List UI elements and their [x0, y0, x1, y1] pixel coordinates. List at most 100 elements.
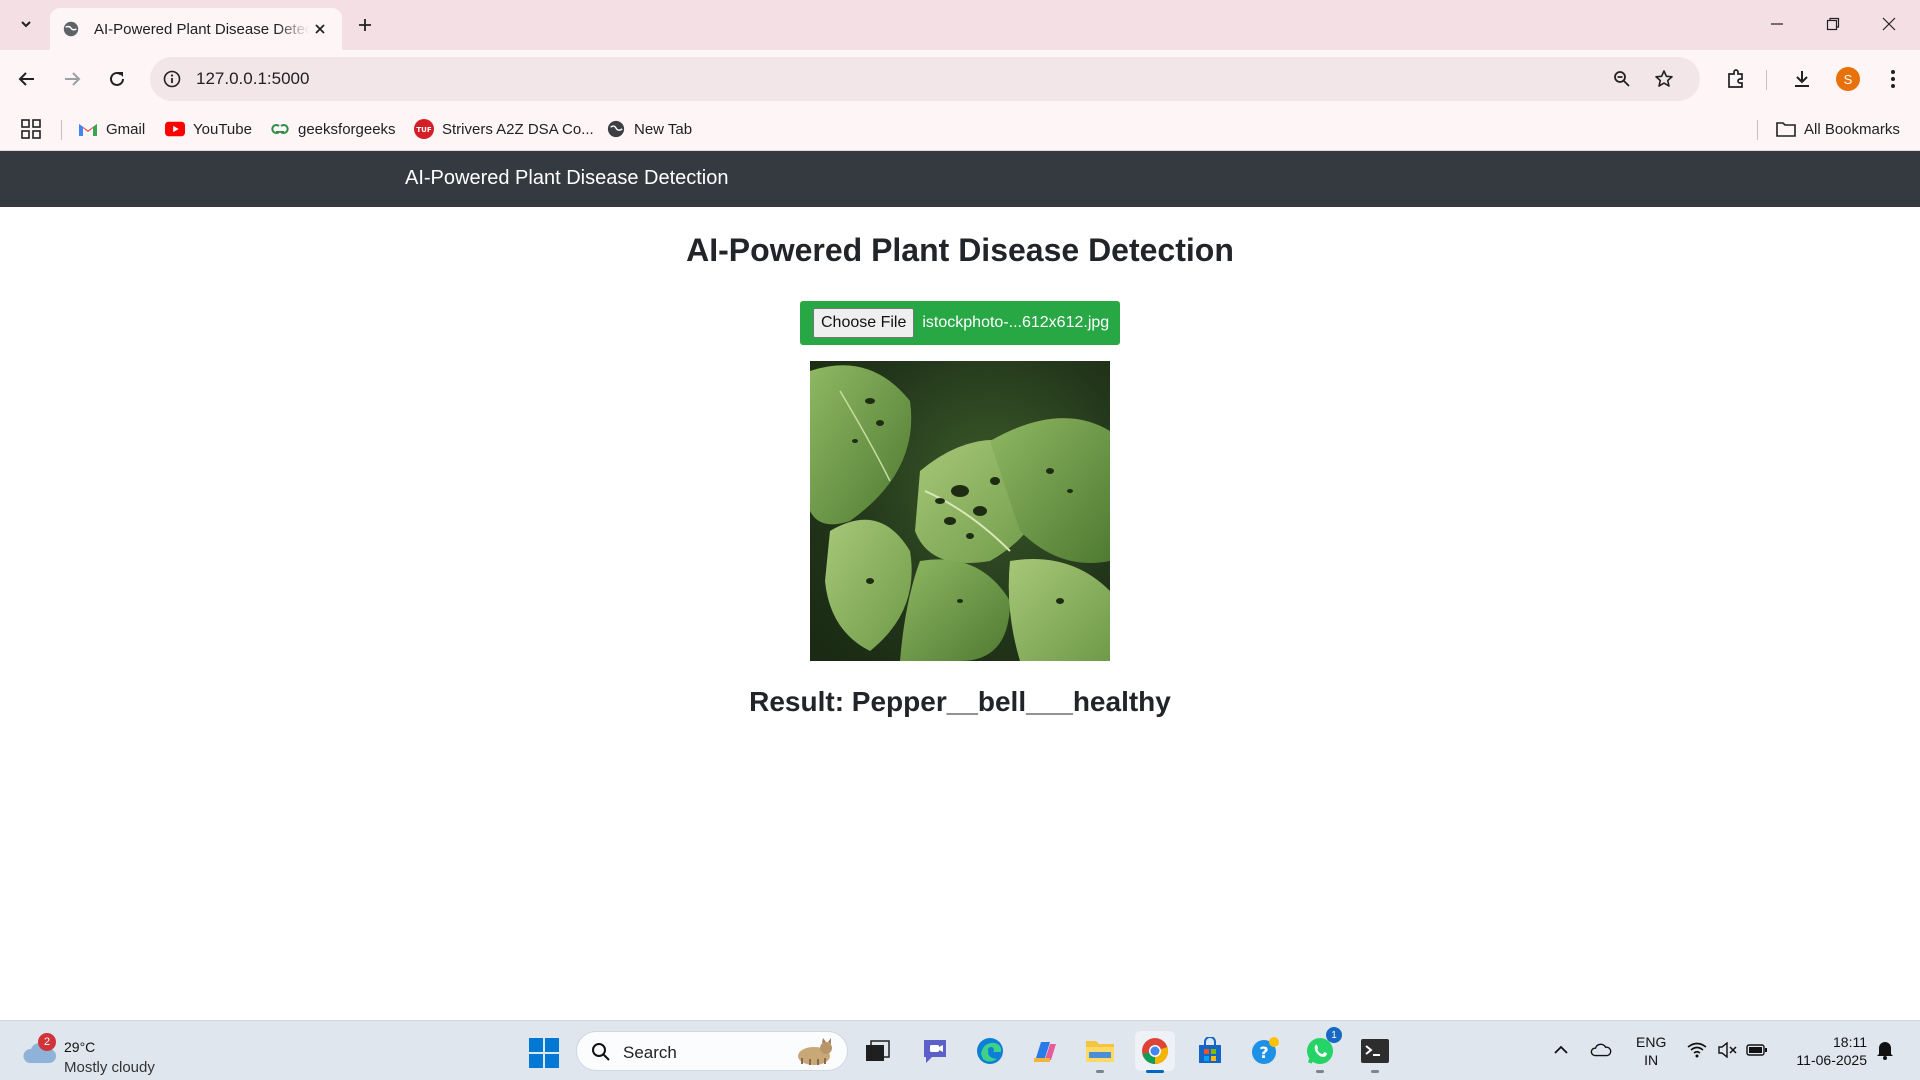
- tray-overflow-icon[interactable]: [1550, 1039, 1572, 1061]
- svg-text:TUF: TUF: [416, 126, 431, 134]
- choose-file-button[interactable]: Choose File: [813, 308, 915, 338]
- tab-active[interactable]: AI-Powered Plant Disease Detection: [50, 8, 342, 50]
- weather-alert-badge: 2: [38, 1033, 56, 1051]
- close-window-button[interactable]: [1866, 8, 1912, 40]
- gmail-icon: [78, 119, 98, 139]
- store-button[interactable]: [1190, 1031, 1230, 1071]
- plus-icon: [359, 19, 371, 31]
- back-button[interactable]: [11, 63, 43, 95]
- system-clock[interactable]: 18:11 11-06-2025: [1785, 1033, 1867, 1069]
- weather-temperature: 29°C: [64, 1039, 96, 1055]
- taskbar-search-box[interactable]: Search: [576, 1031, 848, 1071]
- language-code: ENG: [1636, 1034, 1667, 1050]
- tuf-icon: TUF: [414, 119, 434, 139]
- close-icon: [1882, 17, 1896, 31]
- bookmark-label: New Tab: [634, 120, 693, 138]
- file-explorer-button[interactable]: [1080, 1031, 1120, 1073]
- all-bookmarks-button[interactable]: All Bookmarks: [1776, 117, 1900, 141]
- all-bookmarks-label: All Bookmarks: [1804, 120, 1900, 138]
- globe-icon: [606, 119, 626, 139]
- reload-button[interactable]: [101, 63, 133, 95]
- notification-bell-icon[interactable]: [1874, 1039, 1896, 1061]
- bookmark-gmail[interactable]: Gmail: [78, 117, 145, 141]
- url-text: 127.0.0.1:5000: [196, 69, 310, 88]
- site-info-icon[interactable]: [160, 67, 184, 91]
- help-icon: ?: [1252, 1037, 1279, 1064]
- active-indicator: [1146, 1070, 1164, 1073]
- search-highlight-icon: [798, 1038, 832, 1065]
- folder-icon: [1776, 119, 1796, 139]
- region-code: IN: [1644, 1052, 1659, 1068]
- bookmarks-bar: Gmail YouTube geeksforgeeks TUF Strivers…: [0, 108, 1920, 151]
- chat-icon: [924, 1040, 946, 1063]
- tab-strip: AI-Powered Plant Disease Detection: [0, 0, 1920, 50]
- bookmark-label: geeksforgeeks: [298, 120, 396, 138]
- forward-button[interactable]: [56, 63, 88, 95]
- browser-toolbar: 127.0.0.1:5000 S: [0, 50, 1920, 108]
- copilot-icon: [1034, 1042, 1056, 1062]
- copilot-button[interactable]: [1025, 1031, 1065, 1071]
- running-indicator: [1371, 1070, 1379, 1073]
- star-icon[interactable]: [1652, 67, 1676, 91]
- bookmark-label: YouTube: [193, 120, 252, 138]
- chevron-down-icon: [21, 21, 31, 28]
- apps-grid-icon[interactable]: [20, 118, 42, 140]
- minimize-icon: [1771, 23, 1783, 25]
- navbar-brand[interactable]: AI-Powered Plant Disease Detection: [405, 167, 729, 190]
- address-bar[interactable]: 127.0.0.1:5000: [150, 57, 1700, 101]
- running-indicator: [1096, 1070, 1104, 1073]
- windows-start-icon[interactable]: [528, 1037, 560, 1069]
- bookmark-label: Strivers A2Z DSA Co...: [442, 120, 594, 138]
- tab-title: AI-Powered Plant Disease Detection: [94, 20, 309, 38]
- bookmark-label: Gmail: [106, 120, 146, 138]
- terminal-button[interactable]: [1355, 1031, 1395, 1073]
- selected-file-name: istockphoto-...612x612.jpg: [922, 314, 1110, 331]
- gfg-icon: [270, 119, 290, 139]
- chrome-icon: [1142, 1038, 1169, 1065]
- whatsapp-button[interactable]: 1: [1300, 1027, 1342, 1073]
- close-icon: [315, 24, 325, 34]
- task-view-icon: [866, 1040, 890, 1061]
- restore-icon: [1826, 17, 1840, 31]
- chrome-button[interactable]: [1135, 1031, 1175, 1073]
- teams-chat-button[interactable]: [915, 1031, 955, 1071]
- bookmark-youtube[interactable]: YouTube: [165, 117, 252, 141]
- extensions-icon[interactable]: [1722, 65, 1750, 93]
- app-navbar: AI-Powered Plant Disease Detection: [0, 151, 1920, 207]
- terminal-icon: [1361, 1039, 1389, 1063]
- weather-widget[interactable]: 2 29°C Mostly cloudy: [20, 1029, 220, 1076]
- new-tab-button[interactable]: [352, 12, 378, 38]
- bookmark-geeksforgeeks[interactable]: geeksforgeeks: [270, 117, 396, 141]
- help-app-button[interactable]: ?: [1245, 1031, 1285, 1071]
- svg-text:?: ?: [1259, 1043, 1268, 1062]
- store-icon: [1199, 1037, 1221, 1063]
- tab-search-button[interactable]: [10, 8, 42, 40]
- file-upload-field[interactable]: Choose File istockphoto-...612x612.jpg: [800, 301, 1120, 345]
- uploaded-leaf-image: [810, 361, 1110, 661]
- folder-icon: [1086, 1041, 1114, 1062]
- prediction-result: Result: Pepper__bell___healthy: [749, 686, 1171, 717]
- profile-avatar[interactable]: S: [1836, 67, 1860, 91]
- page-title: AI-Powered Plant Disease Detection: [686, 232, 1234, 268]
- task-view-button[interactable]: [858, 1031, 898, 1071]
- weather-condition: Mostly cloudy: [64, 1059, 155, 1076]
- more-menu-icon[interactable]: [1879, 65, 1907, 93]
- wifi-icon[interactable]: [1686, 1039, 1708, 1061]
- battery-icon[interactable]: [1746, 1039, 1768, 1061]
- bookmark-strivers[interactable]: TUF Strivers A2Z DSA Co...: [414, 117, 594, 141]
- reload-icon: [110, 71, 124, 86]
- edge-button[interactable]: [970, 1031, 1010, 1071]
- zoom-icon[interactable]: [1610, 67, 1634, 91]
- onedrive-icon[interactable]: [1590, 1039, 1612, 1061]
- minimize-button[interactable]: [1754, 8, 1800, 40]
- language-indicator[interactable]: ENG IN: [1636, 1033, 1666, 1069]
- tab-close-button[interactable]: [310, 19, 330, 39]
- search-icon: [592, 1043, 610, 1061]
- toolbar-divider: [1766, 70, 1767, 90]
- bookmark-new-tab[interactable]: New Tab: [606, 117, 692, 141]
- globe-icon: [63, 21, 79, 37]
- download-icon[interactable]: [1788, 65, 1816, 93]
- volume-muted-icon[interactable]: [1716, 1039, 1738, 1061]
- search-label: Search: [623, 1043, 677, 1062]
- restore-button[interactable]: [1810, 8, 1856, 40]
